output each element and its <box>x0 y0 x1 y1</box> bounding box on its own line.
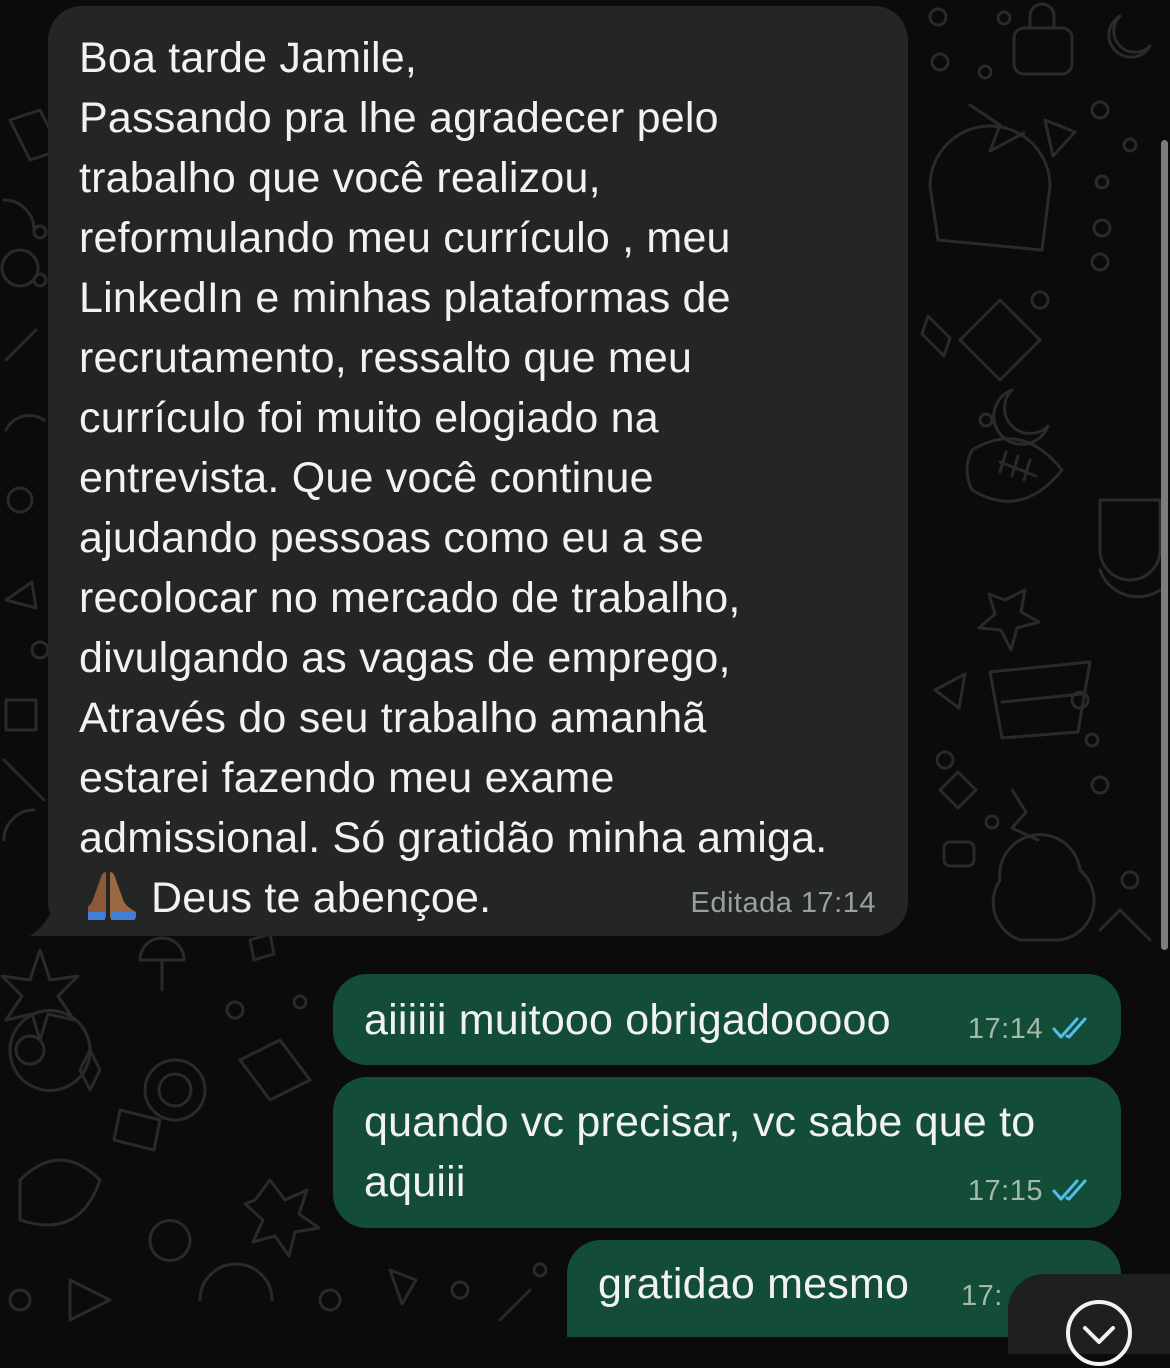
incoming-bubble-tail <box>30 880 88 936</box>
message-meta: 17: <box>961 1280 1003 1313</box>
message-text: aiiiiii muitooo obrigadooooo <box>364 996 891 1044</box>
scroll-to-bottom-button[interactable] <box>1008 1274 1170 1366</box>
double-check-read-icon <box>1052 1179 1087 1201</box>
message-time: 17:15 <box>967 1175 1043 1207</box>
chevron-down-circle-icon <box>1066 1300 1132 1366</box>
edited-label: Editada <box>690 887 793 919</box>
double-check-read-icon <box>1052 1017 1087 1039</box>
message-time: 17:14 <box>800 887 876 919</box>
message-time: 17:14 <box>967 1013 1043 1045</box>
message-time: 17: <box>961 1280 1003 1312</box>
message-meta: Editada 17:14 <box>691 887 877 920</box>
message-text: gratidao mesmo <box>598 1260 910 1308</box>
message-meta: 17:15 <box>968 1175 1089 1208</box>
incoming-message-bubble[interactable]: Boa tarde Jamile, Passando pra lhe agrad… <box>48 6 908 936</box>
scrollbar[interactable] <box>1161 140 1168 950</box>
outgoing-message-bubble[interactable]: quando vc precisar, vc sabe que to aquii… <box>333 1077 1121 1228</box>
outgoing-message-bubble[interactable]: aiiiiii muitooo obrigadooooo 17:14 <box>333 974 1121 1065</box>
message-last-line-text: Deus te abençoe. <box>151 874 492 922</box>
message-text: Boa tarde Jamile, Passando pra lhe agrad… <box>79 34 828 862</box>
message-meta: 17:14 <box>968 1013 1089 1046</box>
